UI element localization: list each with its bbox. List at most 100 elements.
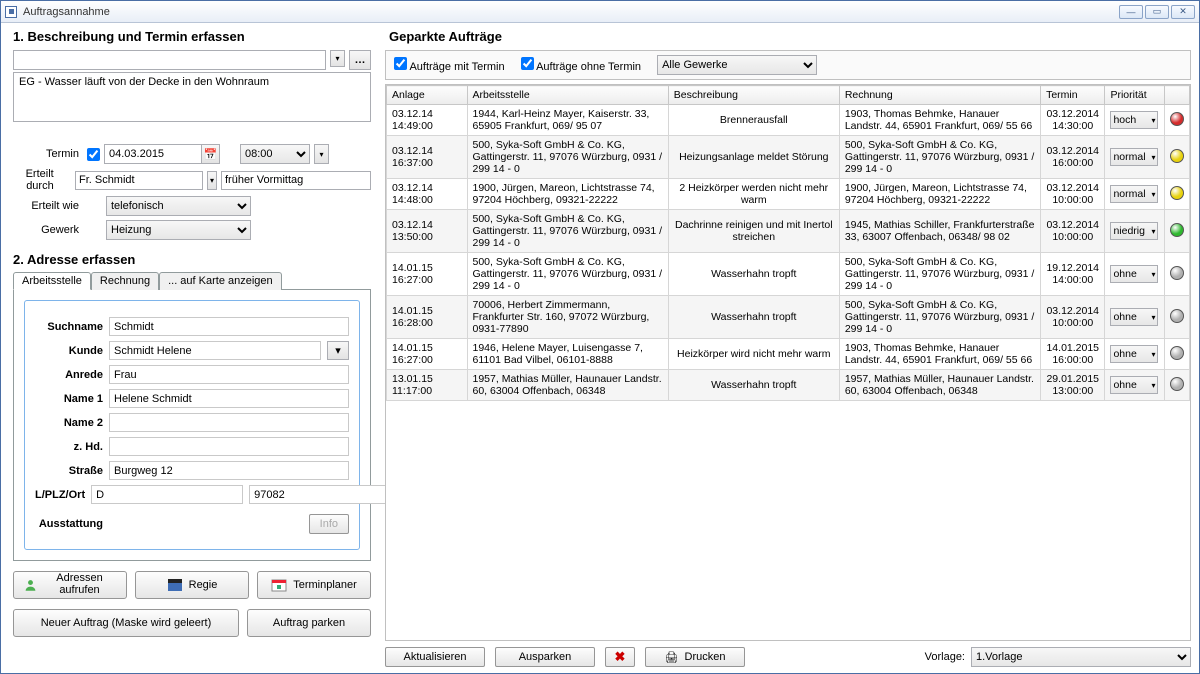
neuer-auftrag-button[interactable]: Neuer Auftrag (Maske wird geleert) [13, 609, 239, 637]
auftrag-parken-button[interactable]: Auftrag parken [247, 609, 371, 637]
filter-ohne-termin[interactable]: Aufträge ohne Termin [521, 57, 641, 73]
erteilt-wie-label: Erteilt wie [13, 200, 83, 212]
table-row[interactable]: 13.01.15 11:17:001957, Mathias Müller, H… [387, 370, 1190, 401]
terminplaner-button[interactable]: Terminplaner [257, 571, 371, 599]
info-button[interactable]: Info [309, 514, 349, 534]
description-options-button[interactable]: … [349, 50, 371, 70]
priority-dot-icon [1170, 186, 1184, 200]
strasse-input[interactable] [109, 461, 349, 480]
col-header[interactable]: Anlage [387, 86, 468, 105]
table-row[interactable]: 03.12.14 16:37:00500, Syka-Soft GmbH & C… [387, 136, 1190, 179]
description-combo-arrow[interactable]: ▾ [330, 50, 345, 67]
section2-title: 2. Adresse erfassen [13, 252, 377, 267]
col-header[interactable]: Termin [1041, 86, 1105, 105]
aktualisieren-button[interactable]: Aktualisieren [385, 647, 485, 667]
close-button[interactable]: ✕ [1171, 5, 1195, 19]
priority-select[interactable]: hoch▾ [1110, 111, 1158, 129]
time-note-input[interactable] [221, 171, 371, 190]
name1-label: Name 1 [35, 393, 103, 405]
name1-input[interactable] [109, 389, 349, 408]
kunde-dropdown[interactable]: ▾ [327, 341, 349, 360]
filter-mit-termin-checkbox[interactable] [394, 57, 407, 70]
right-panel: Geparkte Aufträge Aufträge mit Termin Au… [383, 29, 1193, 667]
anrede-input[interactable] [109, 365, 349, 384]
priority-select[interactable]: ohne▾ [1110, 308, 1158, 326]
table-row[interactable]: 14.01.15 16:28:0070006, Herbert Zimmerma… [387, 296, 1190, 339]
suchname-label: Suchname [35, 321, 103, 333]
erteilt-durch-input[interactable] [75, 171, 203, 190]
adressen-aufrufen-button[interactable]: Adressen aufrufen [13, 571, 127, 599]
priority-select[interactable]: ohne▾ [1110, 265, 1158, 283]
priority-dot-icon [1170, 266, 1184, 280]
col-header[interactable]: Arbeitsstelle [467, 86, 668, 105]
priority-select[interactable]: normal▾ [1110, 148, 1158, 166]
delete-button[interactable]: ✖ [605, 647, 635, 667]
land-input[interactable] [91, 485, 243, 504]
table-row[interactable]: 03.12.14 14:48:001900, Jürgen, Mareon, L… [387, 179, 1190, 210]
plz-input[interactable] [249, 485, 401, 504]
anrede-label: Anrede [35, 369, 103, 381]
address-tabs: Arbeitsstelle Rechnung ... auf Karte anz… [13, 271, 371, 290]
col-header[interactable] [1164, 86, 1189, 105]
priority-select[interactable]: ohne▾ [1110, 376, 1158, 394]
description-combo[interactable] [13, 50, 326, 70]
gewerk-label: Gewerk [13, 224, 83, 236]
priority-select[interactable]: niedrig▾ [1110, 222, 1158, 240]
window-buttons: — ▭ ✕ [1119, 5, 1195, 19]
kunde-label: Kunde [35, 345, 103, 357]
erteilt-durch-label: Erteilt durch [13, 168, 58, 192]
col-header[interactable]: Priorität [1105, 86, 1164, 105]
strasse-label: Straße [35, 465, 103, 477]
tab-rechnung[interactable]: Rechnung [91, 272, 159, 290]
gewerk-select[interactable]: Heizung [106, 220, 251, 240]
filter-mit-termin[interactable]: Aufträge mit Termin [394, 57, 505, 73]
name2-input[interactable] [109, 413, 349, 432]
app-window: Auftragsannahme — ▭ ✕ 1. Beschreibung un… [0, 0, 1200, 674]
termin-date-input[interactable]: 📅 [104, 144, 220, 164]
maximize-button[interactable]: ▭ [1145, 5, 1169, 19]
description-textarea[interactable]: EG - Wasser läuft von der Decke in den W… [13, 72, 371, 122]
table-row[interactable]: 14.01.15 16:27:00500, Syka-Soft GmbH & C… [387, 253, 1190, 296]
termin-checkbox[interactable] [87, 148, 100, 161]
drucken-button[interactable]: 🖨Drucken [645, 647, 745, 667]
priority-select[interactable]: normal▾ [1110, 185, 1158, 203]
ausparken-button[interactable]: Ausparken [495, 647, 595, 667]
erteilt-wie-select[interactable]: telefonisch [106, 196, 251, 216]
titlebar: Auftragsannahme — ▭ ✕ [1, 1, 1199, 23]
kunde-input[interactable] [109, 341, 321, 360]
filter-bar: Aufträge mit Termin Aufträge ohne Termin… [385, 50, 1191, 80]
vorlage-select[interactable]: 1.Vorlage [971, 647, 1191, 667]
tab-karte[interactable]: ... auf Karte anzeigen [159, 272, 282, 290]
regie-button[interactable]: Regie [135, 571, 249, 599]
filter-ohne-termin-checkbox[interactable] [521, 57, 534, 70]
section1-title: 1. Beschreibung und Termin erfassen [13, 29, 377, 44]
minimize-button[interactable]: — [1119, 5, 1143, 19]
priority-select[interactable]: ohne▾ [1110, 345, 1158, 363]
tab-arbeitsstelle[interactable]: Arbeitsstelle [13, 272, 91, 290]
parked-orders-title: Geparkte Aufträge [389, 29, 1193, 44]
termin-time-extra[interactable]: ▾ [314, 144, 329, 164]
vorlage-row: Vorlage: 1.Vorlage [925, 647, 1191, 667]
priority-dot-icon [1170, 149, 1184, 163]
col-header[interactable]: Rechnung [839, 86, 1040, 105]
left-button-row-1: Adressen aufrufen Regie Terminplaner [13, 571, 371, 599]
table-row[interactable]: 03.12.14 14:49:001944, Karl-Heinz Mayer,… [387, 105, 1190, 136]
app-icon [5, 6, 17, 18]
zhd-input[interactable] [109, 437, 349, 456]
table-row[interactable]: 03.12.14 13:50:00500, Syka-Soft GmbH & C… [387, 210, 1190, 253]
suchname-input[interactable] [109, 317, 349, 336]
col-header[interactable]: Beschreibung [668, 86, 839, 105]
zhd-label: z. Hd. [35, 441, 103, 453]
address-group: Suchname Kunde▾ Anrede Name 1 Name 2 z. … [24, 300, 360, 550]
gewerke-filter-select[interactable]: Alle Gewerke [657, 55, 817, 75]
erteilt-durch-dd[interactable]: ▾ [207, 171, 217, 190]
table-row[interactable]: 14.01.15 16:27:001946, Helene Mayer, Lui… [387, 339, 1190, 370]
termin-date-field[interactable] [105, 145, 201, 163]
lplzort-label: L/PLZ/Ort [35, 489, 85, 501]
orders-grid[interactable]: AnlageArbeitsstelleBeschreibungRechnungT… [386, 85, 1190, 401]
delete-icon: ✖ [615, 649, 626, 665]
termin-time-select[interactable]: 08:00 [240, 144, 310, 164]
priority-dot-icon [1170, 112, 1184, 126]
calendar-icon[interactable]: 📅 [201, 145, 219, 163]
calendar-color-icon [271, 577, 287, 593]
